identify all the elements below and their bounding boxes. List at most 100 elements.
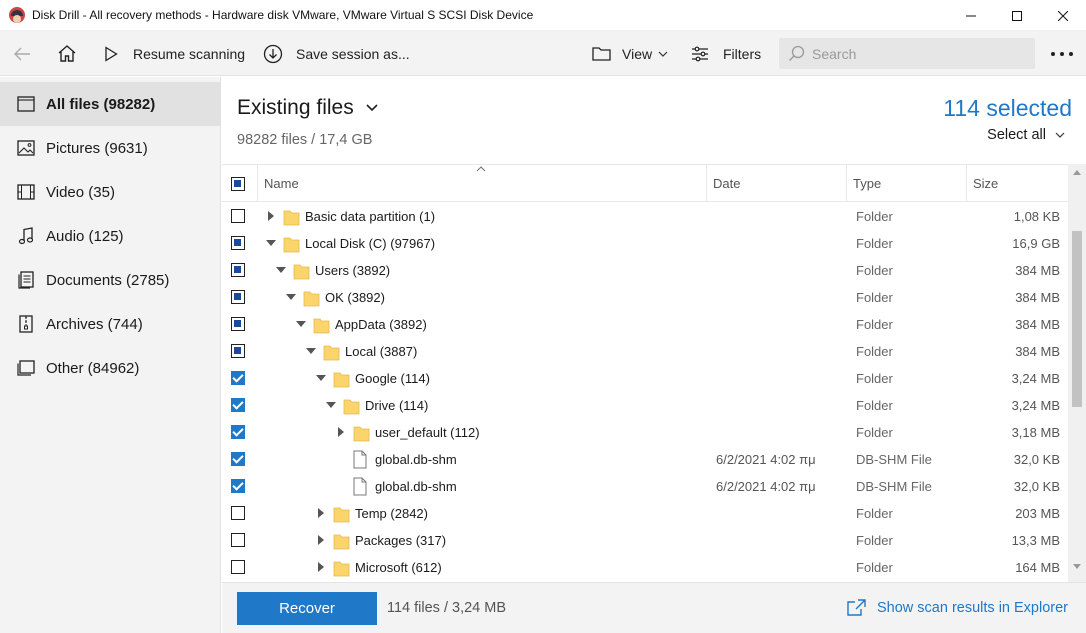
row-type: Folder: [856, 290, 893, 305]
home-icon: [58, 45, 76, 62]
row-size: 32,0 KB: [1013, 479, 1060, 494]
minimize-button[interactable]: [948, 0, 994, 31]
column-type[interactable]: Type: [846, 165, 966, 202]
expand-arrow-closed-icon[interactable]: [315, 534, 327, 546]
search-box[interactable]: [779, 38, 1035, 69]
expand-arrow-closed-icon[interactable]: [315, 561, 327, 573]
row-checkbox[interactable]: [231, 533, 245, 547]
selection-summary: 114 files / 3,24 MB: [387, 600, 507, 616]
table-row[interactable]: Google (114) Folder 3,24 MB: [222, 365, 1068, 392]
sidebar-item-video[interactable]: Video (35): [0, 170, 220, 214]
video-icon: [17, 183, 35, 201]
sidebar-item-label: Archives (744): [46, 315, 143, 333]
table-row[interactable]: OK (3892) Folder 384 MB: [222, 284, 1068, 311]
folder-icon: [343, 399, 360, 415]
row-checkbox[interactable]: [231, 371, 245, 385]
resume-scanning-button[interactable]: Resume scanning: [104, 31, 245, 76]
sidebar-item-documents[interactable]: Documents (2785): [0, 258, 220, 302]
expand-arrow-open-icon[interactable]: [315, 372, 327, 384]
expand-arrow-open-icon[interactable]: [285, 291, 297, 303]
table-row[interactable]: Drive (114) Folder 3,24 MB: [222, 392, 1068, 419]
show-in-explorer-link[interactable]: Show scan results in Explorer: [847, 599, 1068, 616]
table-row[interactable]: Local (3887) Folder 384 MB: [222, 338, 1068, 365]
table-row[interactable]: global.db-shm 6/2/2021 4:02 πμ DB-SHM File…: [222, 473, 1068, 500]
more-button[interactable]: [1050, 31, 1074, 76]
picture-icon: [17, 139, 35, 157]
row-size: 3,24 MB: [1011, 398, 1060, 413]
column-size[interactable]: Size: [966, 165, 1068, 202]
search-input[interactable]: [812, 45, 1032, 62]
row-checkbox[interactable]: [231, 209, 245, 223]
row-name: Local (3887): [345, 344, 418, 359]
table-row[interactable]: Packages (317) Folder 13,3 MB: [222, 527, 1068, 554]
sidebar-item-other[interactable]: Other (84962): [0, 346, 220, 390]
row-type: Folder: [856, 398, 893, 413]
row-type: Folder: [856, 506, 893, 521]
row-checkbox[interactable]: [231, 236, 245, 250]
folder-outline-icon: [592, 47, 611, 61]
row-checkbox[interactable]: [231, 506, 245, 520]
expand-arrow-open-icon[interactable]: [325, 399, 337, 411]
expand-arrow-open-icon[interactable]: [265, 237, 277, 249]
table-row[interactable]: Basic data partition (1) Folder 1,08 KB: [222, 203, 1068, 230]
row-size: 1,08 KB: [1013, 209, 1060, 224]
sidebar-item-archives[interactable]: Archives (744): [0, 302, 220, 346]
row-size: 3,18 MB: [1011, 425, 1060, 440]
more-horizontal-icon: [1051, 51, 1073, 56]
expand-arrow-closed-icon[interactable]: [335, 426, 347, 438]
vertical-scrollbar[interactable]: [1068, 164, 1086, 582]
table-row[interactable]: global.db-shm 6/2/2021 4:02 πμ DB-SHM File…: [222, 446, 1068, 473]
sidebar-item-pictures[interactable]: Pictures (9631): [0, 126, 220, 170]
expand-arrow-open-icon[interactable]: [305, 345, 317, 357]
table-row[interactable]: user_default (112) Folder 3,18 MB: [222, 419, 1068, 446]
scroll-thumb[interactable]: [1072, 231, 1082, 407]
filters-icon: [692, 46, 708, 61]
column-date[interactable]: Date: [706, 165, 846, 202]
row-type: DB-SHM File: [856, 452, 932, 467]
table-row[interactable]: AppData (3892) Folder 384 MB: [222, 311, 1068, 338]
view-selector[interactable]: Existing files: [237, 96, 378, 120]
home-button[interactable]: [57, 31, 77, 76]
row-checkbox[interactable]: [231, 479, 245, 493]
close-button[interactable]: [1040, 0, 1086, 31]
scroll-up-icon[interactable]: [1073, 170, 1081, 175]
row-size: 203 MB: [1015, 506, 1060, 521]
folder-icon: [313, 318, 330, 334]
expand-arrow-open-icon[interactable]: [295, 318, 307, 330]
row-checkbox[interactable]: [231, 344, 245, 358]
table-row[interactable]: Local Disk (C) (97967) Folder 16,9 GB: [222, 230, 1068, 257]
scroll-down-icon[interactable]: [1073, 564, 1081, 569]
row-checkbox[interactable]: [231, 263, 245, 277]
show-in-explorer-label: Show scan results in Explorer: [877, 599, 1068, 616]
back-button[interactable]: [13, 31, 31, 76]
maximize-button[interactable]: [994, 0, 1040, 31]
column-type-label: Type: [853, 176, 882, 191]
row-name: Packages (317): [355, 533, 447, 548]
save-session-button[interactable]: Save session as...: [263, 31, 410, 76]
column-name[interactable]: Name: [257, 165, 706, 202]
resume-scanning-label: Resume scanning: [133, 45, 246, 62]
sidebar-item-label: Audio (125): [46, 227, 124, 245]
expand-arrow-closed-icon[interactable]: [315, 507, 327, 519]
sidebar-item-audio[interactable]: Audio (125): [0, 214, 220, 258]
recover-button[interactable]: Recover: [237, 592, 377, 625]
expand-arrow-closed-icon[interactable]: [265, 210, 277, 222]
table-row[interactable]: Temp (2842) Folder 203 MB: [222, 500, 1068, 527]
row-checkbox[interactable]: [231, 452, 245, 466]
select-all-dropdown[interactable]: Select all: [987, 127, 1065, 143]
row-checkbox[interactable]: [231, 398, 245, 412]
row-checkbox[interactable]: [231, 317, 245, 331]
row-type: Folder: [856, 560, 893, 575]
select-all-checkbox[interactable]: [231, 177, 245, 191]
view-dropdown[interactable]: View: [592, 31, 668, 76]
row-checkbox[interactable]: [231, 425, 245, 439]
table-row[interactable]: Users (3892) Folder 384 MB: [222, 257, 1068, 284]
sidebar-item-all-files[interactable]: All files (98282): [0, 82, 220, 126]
filters-button[interactable]: Filters: [691, 31, 761, 76]
row-checkbox[interactable]: [231, 560, 245, 574]
table-row[interactable]: Microsoft (612) Folder 164 MB: [222, 554, 1068, 581]
row-checkbox[interactable]: [231, 290, 245, 304]
folder-icon: [283, 210, 300, 226]
row-type: Folder: [856, 533, 893, 548]
expand-arrow-open-icon[interactable]: [275, 264, 287, 276]
